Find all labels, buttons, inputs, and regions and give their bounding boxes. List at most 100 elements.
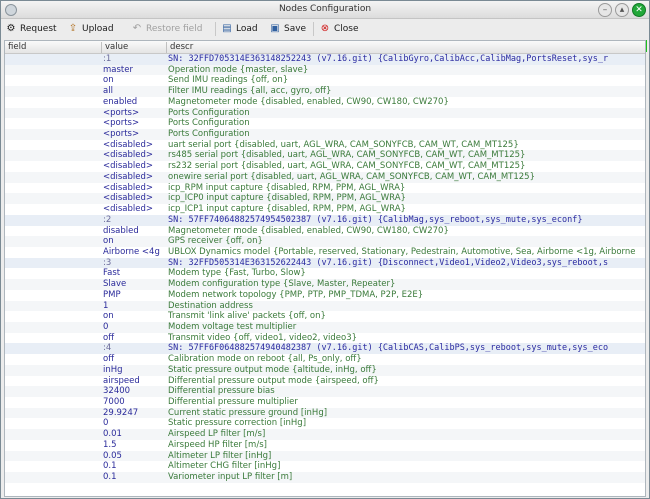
field-row[interactable]: gpsonGPS receiver {off, on} — [5, 236, 645, 247]
field-row[interactable]: bias_cas32400Differential pressure bias — [5, 386, 645, 397]
field-row[interactable]: flt_cas_S0.01Airspeed LP filter [m/s] — [5, 429, 645, 440]
field-row[interactable]: mult_cas7000Differential pressure multip… — [5, 397, 645, 408]
field-row[interactable]: flt_cas_L1.5Airspeed HP filter [m/s] — [5, 440, 645, 451]
field-row[interactable]: mhx_vcorr0Modem voltage test multiplier — [5, 321, 645, 333]
toolbar-separator — [313, 22, 314, 36]
field-row[interactable]: flt_dps0.1Altimeter CHG filter [inHg] — [5, 461, 645, 472]
field-value[interactable]: Airborne <4g — [103, 247, 165, 258]
field-row[interactable]: flt_var0.1Variometer input LP filter [m] — [5, 472, 645, 483]
field-value[interactable]: 32400 — [103, 386, 165, 397]
field-value[interactable]: Fast — [103, 268, 165, 279]
field-row[interactable]: ubx_modelAirborne <4gUBLOX Dynamics mode… — [5, 247, 645, 258]
field-value[interactable]: 0.1 — [103, 472, 165, 483]
nodes-tree[interactable]: field value descr ◢apbox:1SN: 32FFD70531… — [4, 40, 646, 497]
field-value[interactable]: <disabled> — [103, 172, 165, 183]
upload-button[interactable]: ⇪ Upload — [67, 21, 114, 37]
field-value[interactable]: Slave — [103, 279, 165, 290]
column-header-field[interactable]: field — [8, 42, 26, 52]
field-value[interactable]: PMP — [103, 290, 165, 301]
field-value[interactable]: <disabled> — [103, 150, 165, 161]
field-row[interactable]: videooffTransmit video {off, video1, vid… — [5, 333, 645, 344]
field-value[interactable]: 0 — [103, 322, 165, 333]
field-row[interactable]: ctr[20]<ports>Ports Configuration — [5, 107, 645, 119]
field-value[interactable]: all — [103, 86, 165, 97]
field-descr: Variometer input LP filter [m] — [168, 472, 293, 483]
field-row[interactable]: aliveonTransmit 'link alive' packets {of… — [5, 311, 645, 322]
field-row[interactable]: imuonSend IMU readings {off, on} — [5, 75, 645, 86]
field-row[interactable]: rs485<disabled>rs485 serial port {disabl… — [5, 150, 645, 162]
load-button[interactable]: ▤ Load — [221, 21, 258, 37]
field-descr: Send IMU readings {off, on} — [168, 75, 289, 86]
field-value[interactable]: <disabled> — [103, 140, 165, 151]
field-value[interactable]: airspeed — [103, 376, 165, 387]
toolbar: ⚙ Request ⇪ Upload ↶ Restore field ▤ Loa… — [1, 19, 649, 52]
field-row[interactable]: out[2]<ports>Ports Configuration — [5, 129, 645, 140]
field-value[interactable]: 0 — [103, 418, 165, 429]
field-value[interactable]: on — [103, 236, 165, 247]
field-value[interactable]: master — [103, 65, 165, 76]
field-row[interactable]: pt_modeairspeedDifferential pressure out… — [5, 376, 645, 387]
load-label: Load — [236, 24, 258, 34]
field-row[interactable]: icp_ICP1<disabled>icp_ICP1 input capture… — [5, 204, 645, 215]
field-row[interactable]: mhx_confPMPModem network topology {PMP, … — [5, 290, 645, 301]
field-row[interactable]: pwm[15]<ports>Ports Configuration — [5, 118, 645, 129]
field-row[interactable]: uart<disabled>uart serial port {disabled… — [5, 140, 645, 151]
field-row[interactable]: imu_filterallFilter IMU readings {all, a… — [5, 86, 645, 97]
node-group-row[interactable]: ◢gps:2SN: 57FF74064882574954502387 (v7.1… — [5, 214, 645, 226]
field-row[interactable]: mhx_addr1Destination address — [5, 300, 645, 312]
field-row[interactable]: onewire<disabled>onewire serial port {di… — [5, 171, 645, 183]
field-row[interactable]: flt_ps0.05Altimeter LP filter [inHg] — [5, 450, 645, 462]
field-value[interactable]: 29.9247 — [103, 408, 165, 419]
column-header-descr[interactable]: descr — [170, 42, 193, 52]
restore-field-button[interactable]: ↶ Restore field — [131, 21, 203, 37]
field-row[interactable]: icp_ICP0<disabled>icp_ICP0 input capture… — [5, 193, 645, 205]
field-row[interactable]: magenabledMagnetometer mode {disabled, e… — [5, 97, 645, 108]
field-row[interactable]: rs232<disabled>rs232 serial port {disabl… — [5, 161, 645, 172]
field-value[interactable]: <disabled> — [103, 193, 165, 204]
field-row[interactable]: calib_modeoffCalibration mode on reboot … — [5, 354, 645, 365]
node-group-row[interactable]: ◢modem:3SN: 32FFD505314E363152622443 (v7… — [5, 257, 645, 269]
node-descr: SN: 57FF6F064882574940482387 (v7.16.git)… — [168, 343, 609, 354]
field-descr: Filter IMU readings {all, acc, gyro, off… — [168, 86, 332, 97]
save-button[interactable]: ▣ Save — [269, 21, 306, 37]
field-value[interactable]: off — [103, 354, 165, 365]
field-row[interactable]: ps_gnd29.9247Current static pressure gro… — [5, 407, 645, 419]
field-row[interactable]: icp_RPM<disabled>icp_RPM input capture {… — [5, 183, 645, 194]
field-row[interactable]: ps_modeinHgStatic pressure output mode {… — [5, 364, 645, 376]
field-value[interactable]: on — [103, 75, 165, 86]
field-value[interactable]: <ports> — [103, 129, 165, 140]
close-button[interactable]: ⊗ Close — [319, 21, 359, 37]
field-value[interactable]: <ports> — [103, 108, 165, 119]
field-descr: Magnetometer mode {disabled, enabled, CW… — [168, 96, 449, 107]
restore-label: Restore field — [146, 24, 203, 34]
close-window-button[interactable]: ✕ — [632, 3, 646, 17]
field-row[interactable]: corr_ps0Static pressure correction [inHg… — [5, 418, 645, 429]
field-row[interactable]: mhx_masterSlaveModem configuration type … — [5, 279, 645, 290]
field-value[interactable]: on — [103, 311, 165, 322]
field-row[interactable]: magdisabledMagnetometer mode {disabled, … — [5, 226, 645, 237]
node-group-row[interactable]: ◢cas:4SN: 57FF6F064882574940482387 (v7.1… — [5, 343, 645, 355]
field-value[interactable]: 1.5 — [103, 440, 165, 451]
field-value[interactable]: <disabled> — [103, 161, 165, 172]
field-descr: rs485 serial port {disabled, uart, AGL_W… — [168, 150, 526, 161]
node-group-row[interactable]: ◢apbox:1SN: 32FFD705314E363148252243 (v7… — [5, 54, 645, 65]
field-value[interactable]: <disabled> — [103, 183, 165, 194]
field-value[interactable]: off — [103, 333, 165, 344]
field-row[interactable]: mhx_typeFastModem type {Fast, Turbo, Slo… — [5, 268, 645, 279]
field-value[interactable]: 0.05 — [103, 451, 165, 462]
maximize-button[interactable]: ▴ — [615, 3, 629, 17]
field-descr: Ports Configuration — [168, 129, 250, 140]
field-value[interactable]: 1 — [103, 301, 165, 312]
field-value[interactable]: inHg — [103, 365, 165, 376]
field-value[interactable]: 0.01 — [103, 429, 165, 440]
field-row[interactable]: modemasterOperation mode {master, slave} — [5, 64, 645, 76]
minimize-button[interactable]: – — [598, 3, 612, 17]
field-value[interactable]: <disabled> — [103, 204, 165, 215]
request-button[interactable]: ⚙ Request — [5, 21, 57, 37]
column-header-value[interactable]: value — [105, 42, 128, 52]
field-value[interactable]: 0.1 — [103, 461, 165, 472]
field-value[interactable]: <ports> — [103, 118, 165, 129]
field-value[interactable]: disabled — [103, 226, 165, 237]
field-value[interactable]: 7000 — [103, 397, 165, 408]
field-value[interactable]: enabled — [103, 97, 165, 108]
